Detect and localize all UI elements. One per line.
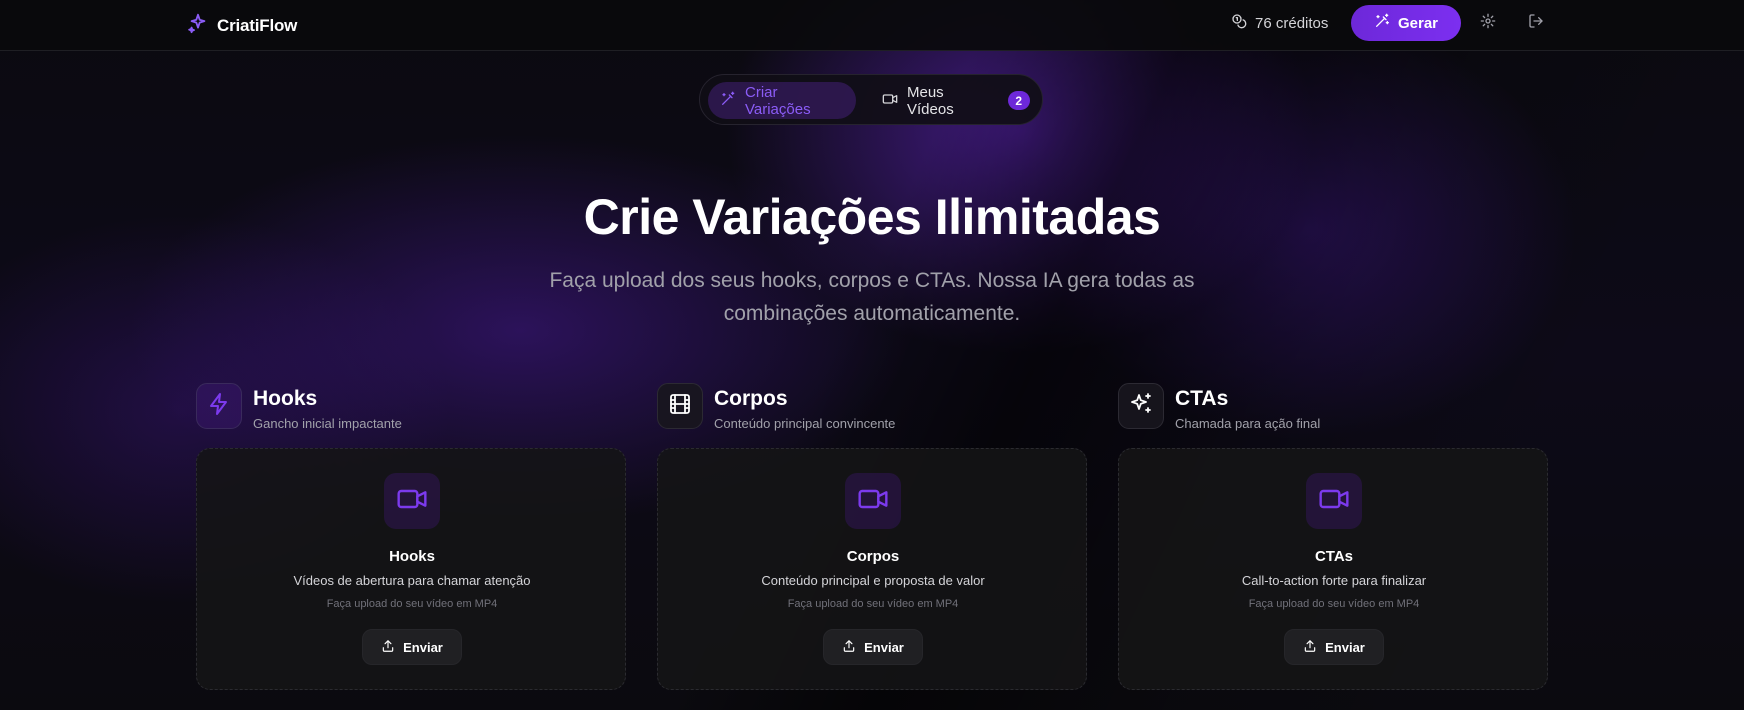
tab-my-videos[interactable]: Meus Vídeos 2 <box>870 82 1042 119</box>
sparkles-icon <box>1129 392 1153 421</box>
generate-label: Gerar <box>1397 14 1439 32</box>
lightning-icon <box>207 392 231 421</box>
page-title: Crie Variações Ilimitadas <box>583 189 1161 245</box>
section-title: Hooks <box>253 387 318 410</box>
tab-label: Criar Variações <box>745 83 811 118</box>
upload-button[interactable]: Enviar <box>362 629 462 665</box>
upload-icon <box>381 639 395 656</box>
upload-button-label: Enviar <box>1325 639 1365 655</box>
video-camera-icon <box>857 483 889 520</box>
view-tabs: Criar Variações Meus Vídeos 2 <box>699 74 1043 125</box>
section-header: CTAs Chamada para ação final <box>1118 383 1320 431</box>
section-subtitle: Chamada para ação final <box>1175 416 1321 431</box>
card-description: Conteúdo principal e proposta de valor <box>761 573 985 588</box>
logout-icon <box>1528 13 1544 34</box>
upload-button[interactable]: Enviar <box>823 629 923 665</box>
tab-create-variations[interactable]: Criar Variações <box>708 82 856 119</box>
card-hint: Faça upload do seu vídeo em MP4 <box>326 598 498 610</box>
magic-wand-icon <box>1374 13 1390 33</box>
brand-name: CriatiFlow <box>217 15 298 35</box>
top-navbar: CriatiFlow 76 créditos Gerar <box>0 0 1744 51</box>
brand[interactable]: CriatiFlow <box>187 12 297 39</box>
video-icon-box <box>845 473 901 529</box>
section-icon-box <box>1118 383 1164 429</box>
videos-count-badge: 2 <box>1007 91 1030 110</box>
gear-icon <box>1480 13 1496 34</box>
card-description: Vídeos de abertura para chamar atenção <box>293 573 531 588</box>
tab-label: Meus Vídeos <box>907 83 954 118</box>
section-header: Hooks Gancho inicial impactante <box>196 383 402 431</box>
upload-icon <box>1303 639 1317 656</box>
logout-button[interactable] <box>1526 13 1546 33</box>
section-icon-box <box>196 383 242 429</box>
coins-icon <box>1231 13 1247 33</box>
credits-indicator: 76 créditos <box>1231 13 1328 33</box>
settings-button[interactable] <box>1478 13 1498 33</box>
sparkle-logo-icon <box>187 12 209 39</box>
card-title: CTAs <box>1314 548 1354 565</box>
section-title: Corpos <box>714 387 788 410</box>
card-description: Call-to-action forte para finalizar <box>1241 573 1427 588</box>
page-subtitle: Faça upload dos seus hooks, corpos e CTA… <box>549 269 1195 325</box>
video-icon-box <box>1306 473 1362 529</box>
section-icon-box <box>657 383 703 429</box>
video-camera-icon <box>882 91 898 111</box>
upload-dropzone[interactable]: Corpos Conteúdo principal e proposta de … <box>657 448 1087 690</box>
section-bodies: Corpos Conteúdo principal convincente Co… <box>657 383 1087 693</box>
section-title: CTAs <box>1175 387 1229 410</box>
card-hint: Faça upload do seu vídeo em MP4 <box>787 598 959 610</box>
upload-dropzone[interactable]: Hooks Vídeos de abertura para chamar ate… <box>196 448 626 690</box>
section-ctas: CTAs Chamada para ação final CTAs Call-t… <box>1118 383 1548 693</box>
upload-icon <box>842 639 856 656</box>
section-subtitle: Gancho inicial impactante <box>253 416 402 431</box>
card-hint: Faça upload do seu vídeo em MP4 <box>1248 598 1420 610</box>
card-title: Corpos <box>846 548 900 565</box>
section-hooks: Hooks Gancho inicial impactante Hooks Ví… <box>196 383 626 693</box>
magic-wand-icon <box>720 91 736 111</box>
credits-label: 76 créditos <box>1255 14 1329 32</box>
upload-button[interactable]: Enviar <box>1284 629 1384 665</box>
upload-button-label: Enviar <box>403 639 443 655</box>
upload-dropzone[interactable]: CTAs Call-to-action forte para finalizar… <box>1118 448 1548 690</box>
section-header: Corpos Conteúdo principal convincente <box>657 383 895 431</box>
video-icon-box <box>384 473 440 529</box>
section-subtitle: Conteúdo principal convincente <box>714 416 896 431</box>
upload-button-label: Enviar <box>864 639 904 655</box>
video-camera-icon <box>396 483 428 520</box>
video-camera-icon <box>1318 483 1350 520</box>
card-title: Hooks <box>389 548 435 565</box>
film-icon <box>668 392 692 421</box>
generate-button[interactable]: Gerar <box>1351 5 1461 41</box>
